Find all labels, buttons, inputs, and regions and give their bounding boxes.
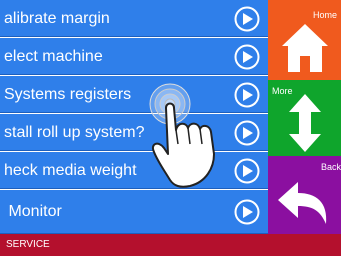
house-icon	[282, 24, 328, 72]
chevron-right-circle-icon[interactable]	[234, 6, 260, 32]
footer-bar: SERVICE	[0, 234, 341, 256]
back-label: Back	[320, 162, 341, 172]
menu-item-label: Monitor	[4, 203, 62, 220]
menu-item-label: elect machine	[4, 48, 103, 65]
menu-item-systems-registers[interactable]: Systems registers	[0, 76, 268, 113]
page-title: SERVICE	[6, 239, 50, 250]
menu-item-check-media-weight[interactable]: heck media weight	[0, 152, 268, 189]
service-menu-list: alibrate margin elect machine Systems re…	[0, 0, 268, 234]
chevron-right-circle-icon[interactable]	[234, 120, 260, 146]
up-down-arrow-icon	[289, 94, 321, 152]
chevron-right-circle-icon[interactable]	[234, 158, 260, 184]
menu-item-install-roll-up-system[interactable]: stall roll up system?	[0, 114, 268, 151]
chevron-right-circle-icon[interactable]	[234, 44, 260, 70]
menu-item-calibrate-margin[interactable]: alibrate margin	[0, 0, 268, 37]
more-button[interactable]: More	[268, 80, 341, 156]
chevron-right-circle-icon[interactable]	[234, 199, 260, 225]
menu-item-label: alibrate margin	[4, 10, 110, 27]
menu-item-label: stall roll up system?	[4, 124, 145, 141]
menu-item-label: heck media weight	[4, 162, 137, 179]
back-arrow-icon	[278, 182, 327, 224]
home-label: Home	[312, 10, 337, 20]
chevron-right-circle-icon[interactable]	[234, 82, 260, 108]
menu-item-monitor[interactable]: Monitor	[0, 190, 268, 234]
back-button[interactable]: Back	[268, 156, 341, 234]
menu-item-select-machine[interactable]: elect machine	[0, 38, 268, 75]
menu-item-label: Systems registers	[4, 86, 132, 103]
home-button[interactable]: Home	[268, 0, 341, 80]
